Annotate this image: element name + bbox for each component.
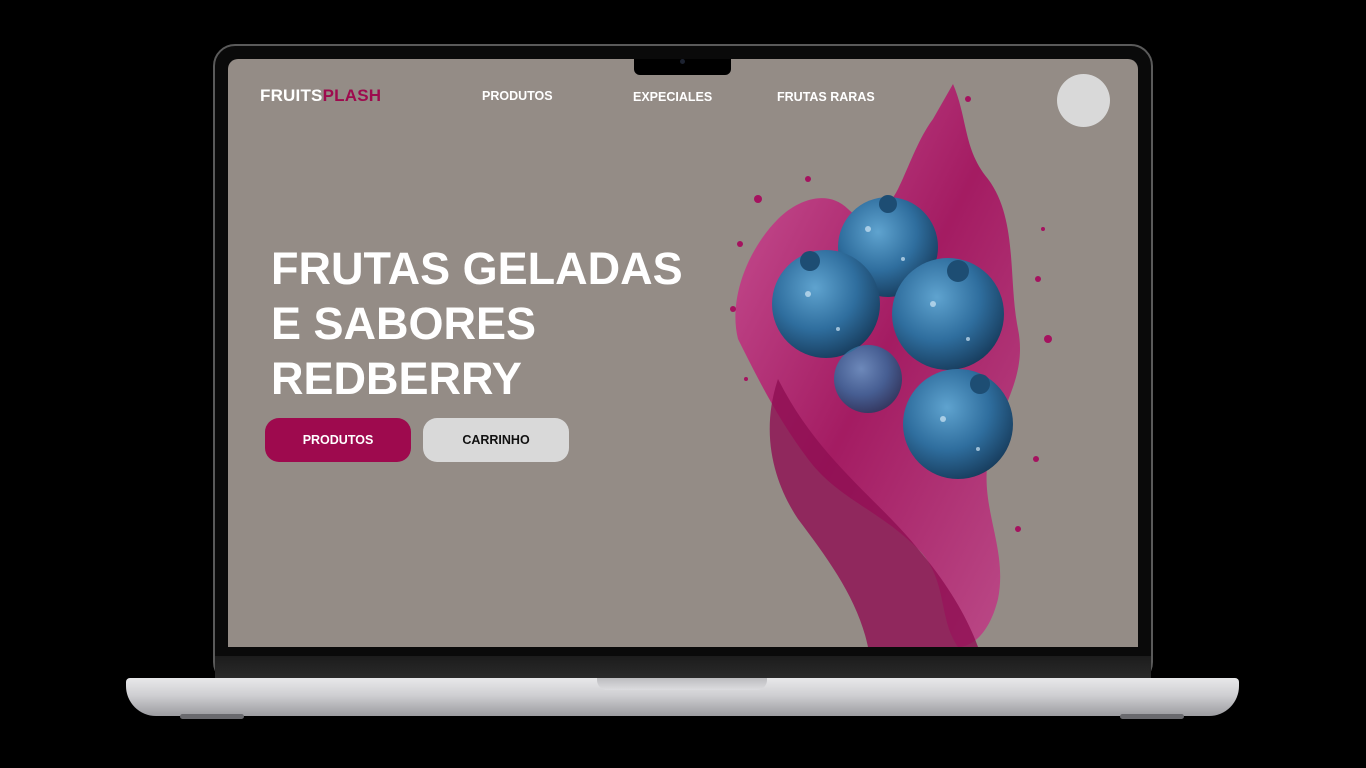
brand-logo-part1: FRUITS [260, 86, 323, 105]
carrinho-button[interactable]: CARRINHO [423, 418, 569, 462]
brand-logo[interactable]: FRUITSPLASH [260, 86, 381, 106]
laptop-foot [1120, 714, 1184, 719]
produtos-button[interactable]: PRODUTOS [265, 418, 411, 462]
hero-title-line-1: FRUTAS GELADAS [271, 243, 683, 294]
blueberry-splash-image [730, 84, 1052, 647]
user-avatar[interactable] [1057, 74, 1110, 127]
laptop-foot [180, 714, 244, 719]
hero-title-line-2: E SABORES [271, 298, 537, 349]
nav-link-expeciales[interactable]: EXPECIALES [633, 90, 712, 104]
laptop-opening-notch [597, 678, 767, 690]
brand-logo-part2: PLASH [322, 86, 382, 105]
website-screen: FRUITSPLASH PRODUTOS EXPECIALES FRUTAS R… [228, 59, 1138, 647]
hero-title-line-3: REDBERRY [271, 353, 522, 404]
laptop-bezel [215, 656, 1151, 680]
hero-title: FRUTAS GELADAS E SABORES REDBERRY [271, 241, 711, 406]
nav-link-produtos[interactable]: PRODUTOS [482, 89, 553, 103]
camera-icon [680, 59, 685, 64]
